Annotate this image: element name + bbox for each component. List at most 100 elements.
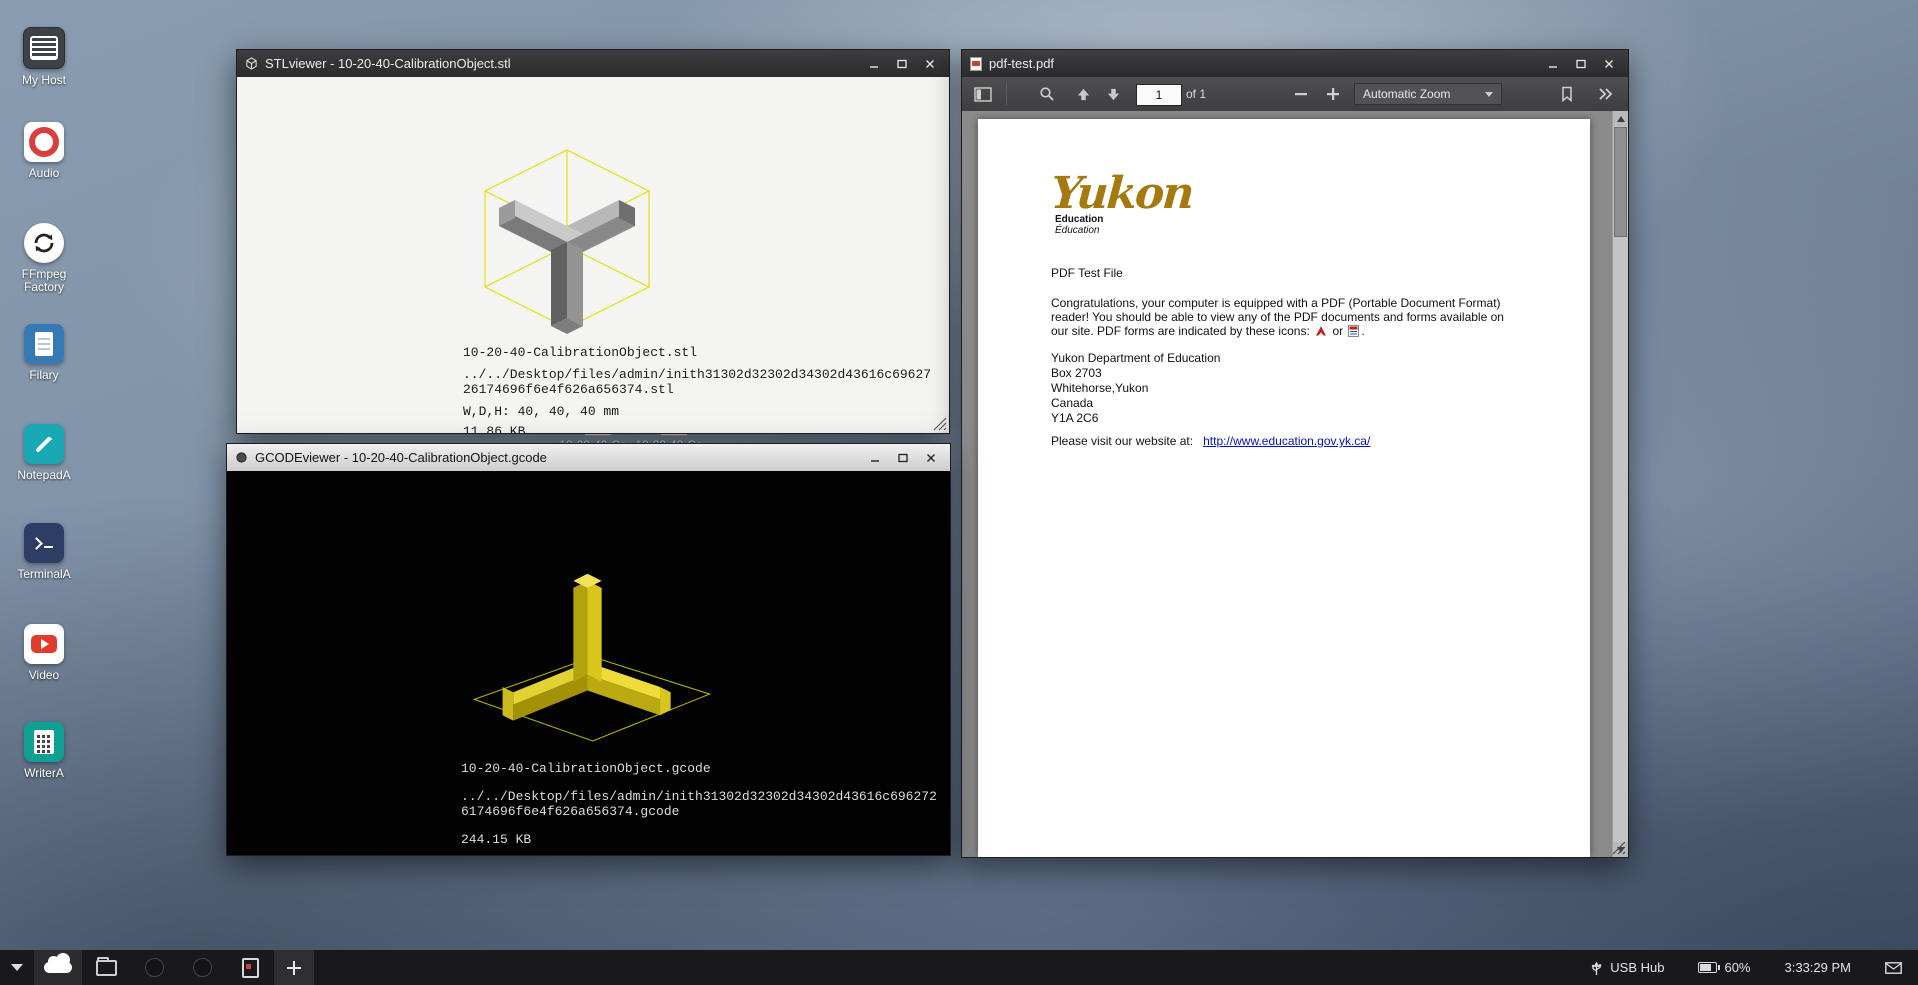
taskbar-app-stlviewer[interactable]	[130, 950, 178, 985]
gcode-file-path: ../../Desktop/files/admin/inith31302d323…	[461, 789, 939, 819]
gcode-window-title: GCODEviewer - 10-20-40-CalibrationObject…	[255, 450, 857, 465]
toolbar-separator	[1006, 83, 1007, 105]
pdf-heading: PDF Test File	[1051, 266, 1590, 280]
desktop-icon-writera[interactable]: WriterA	[8, 722, 80, 780]
desktop-icon-label: Filary	[29, 369, 58, 382]
stl-titlebar[interactable]: STLviewer - 10-20-40-CalibrationObject.s…	[237, 50, 949, 77]
battery-indicator[interactable]: 60%	[1698, 960, 1750, 975]
writer-document-icon	[24, 722, 64, 762]
taskbar-expand-button[interactable]	[0, 950, 34, 985]
page-number-input[interactable]	[1136, 84, 1182, 106]
play-button-icon	[24, 624, 64, 664]
gcode-file-name: 10-20-40-CalibrationObject.gcode	[461, 761, 939, 776]
stl-3d-viewport[interactable]: 10-20-40-CalibrationObject.stl ../../Des…	[237, 77, 949, 433]
close-button[interactable]	[919, 55, 941, 73]
close-button[interactable]	[920, 449, 942, 467]
usb-icon	[1590, 960, 1603, 976]
pdf-form-icon	[1348, 325, 1359, 337]
document-icon	[242, 958, 259, 978]
folder-icon	[96, 960, 117, 976]
desktop-icon-label: My Host	[22, 74, 66, 87]
triangle-up-icon	[1617, 116, 1625, 122]
desktop-icon-label: Audio	[29, 167, 60, 180]
sidebar-toggle-button[interactable]	[970, 81, 996, 107]
clock-time: 3:33:29 PM	[1785, 960, 1852, 975]
stl-dimensions: W,D,H: 40, 40, 40 mm	[463, 404, 933, 419]
gcode-3d-viewport[interactable]: 10-20-40-CalibrationObject.gcode ../../D…	[227, 471, 950, 855]
pdf-titlebar[interactable]: pdf-test.pdf	[962, 50, 1628, 77]
scrollbar-thumb[interactable]	[1614, 127, 1627, 237]
zoom-out-button[interactable]	[1288, 81, 1314, 107]
desktop-icon-label: FFmpeg Factory	[12, 268, 76, 294]
previous-page-button[interactable]	[1070, 81, 1096, 107]
zoom-in-button[interactable]	[1320, 81, 1346, 107]
taskbar: USB Hub 60% 3:33:29 PM	[0, 950, 1918, 985]
mail-icon	[1885, 962, 1902, 974]
recycle-arrows-icon	[24, 223, 64, 263]
app-circle-icon	[193, 958, 212, 977]
taskbar-app-pdfviewer[interactable]	[226, 950, 274, 985]
mail-indicator[interactable]	[1885, 962, 1902, 974]
taskbar-cloud-button[interactable]	[34, 950, 82, 985]
desktop-icon-label: Video	[29, 669, 59, 682]
taskbar-files-button[interactable]	[82, 950, 130, 985]
maximize-button[interactable]	[891, 55, 913, 73]
my-host-icon	[23, 27, 65, 69]
cloud-icon	[44, 962, 72, 973]
gcode-titlebar[interactable]: GCODEviewer - 10-20-40-CalibrationObject…	[227, 444, 950, 472]
stl-file-name: 10-20-40-CalibrationObject.stl	[463, 345, 933, 360]
desktop-icon-notepada[interactable]: NotepadA	[8, 424, 80, 482]
address-line: Canada	[1051, 396, 1590, 411]
search-button[interactable]	[1034, 81, 1060, 107]
clock[interactable]: 3:33:29 PM	[1785, 960, 1852, 975]
file-manager-icon	[24, 324, 64, 364]
zoom-select[interactable]: Automatic Zoom	[1354, 83, 1502, 105]
pdf-app-icon	[970, 57, 982, 71]
desktop-icon-video[interactable]: Video	[8, 624, 80, 682]
pdf-scrollbar[interactable]	[1612, 111, 1628, 857]
desktop-icon-filary[interactable]: Filary	[8, 324, 80, 382]
stl-file-size: 11.86 KB	[463, 424, 933, 433]
yukon-logo: Yukon Education Éducation	[1051, 174, 1590, 236]
minimize-button[interactable]	[864, 449, 886, 467]
resize-grip[interactable]	[1611, 840, 1626, 855]
acrobat-pdf-icon	[1315, 325, 1327, 337]
stl-file-info: 10-20-40-CalibrationObject.stl ../../Des…	[463, 345, 933, 433]
minimize-button[interactable]	[1542, 55, 1564, 73]
website-link[interactable]: http://www.education.gov.yk.ca/	[1203, 434, 1370, 448]
desktop-icon-my-host[interactable]: My Host	[8, 27, 80, 87]
usb-hub-indicator[interactable]: USB Hub	[1590, 960, 1664, 976]
bookmark-button[interactable]	[1554, 81, 1580, 107]
gcodeviewer-app-icon	[235, 451, 248, 464]
stlviewer-window: STLviewer - 10-20-40-CalibrationObject.s…	[236, 49, 950, 434]
taskbar-add-button[interactable]	[274, 950, 314, 985]
address-line: Yukon Department of Education	[1051, 351, 1590, 366]
gcodeviewer-window: GCODEviewer - 10-20-40-CalibrationObject…	[226, 443, 951, 856]
minimize-button[interactable]	[863, 55, 885, 73]
zoom-select-value: Automatic Zoom	[1363, 87, 1485, 101]
audio-icon	[24, 122, 64, 162]
toolbar-more-button[interactable]	[1592, 81, 1618, 107]
taskbar-app-gcodeviewer[interactable]	[178, 950, 226, 985]
stl-3d-model	[407, 122, 727, 367]
desktop: My Host Audio FFmpeg Factory Filary Note…	[0, 0, 1918, 985]
pdf-window-title: pdf-test.pdf	[989, 56, 1535, 71]
usb-hub-label: USB Hub	[1610, 960, 1664, 975]
window-controls	[864, 449, 942, 467]
maximize-button[interactable]	[892, 449, 914, 467]
address-block: Yukon Department of Education Box 2703 W…	[1051, 351, 1590, 426]
resize-grip[interactable]	[932, 416, 947, 431]
scroll-up-button[interactable]	[1613, 111, 1628, 126]
desktop-icon-label: NotepadA	[17, 469, 70, 482]
close-button[interactable]	[1598, 55, 1620, 73]
desktop-icon-audio[interactable]: Audio	[8, 122, 80, 180]
maximize-button[interactable]	[1570, 55, 1592, 73]
battery-percent: 60%	[1724, 960, 1750, 975]
logo-subtitle-fr: Éducation	[1055, 225, 1590, 236]
app-circle-icon	[145, 958, 164, 977]
page-count-label: of 1	[1186, 87, 1206, 101]
next-page-button[interactable]	[1100, 81, 1126, 107]
desktop-icon-ffmpeg-factory[interactable]: FFmpeg Factory	[8, 223, 80, 294]
desktop-icon-terminala[interactable]: TerminalA	[8, 523, 80, 581]
pdf-content-area: Yukon Education Éducation PDF Test File …	[962, 111, 1628, 857]
